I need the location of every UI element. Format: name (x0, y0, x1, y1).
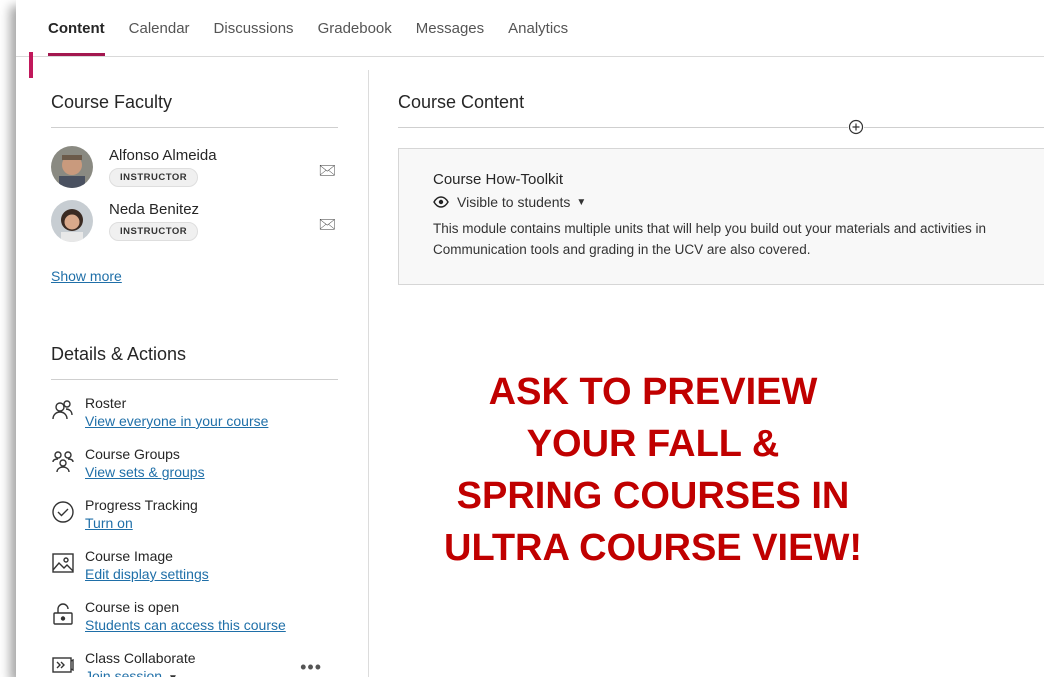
chevron-down-icon: ▼ (576, 196, 587, 208)
faculty-title: Course Faculty (51, 70, 338, 128)
detail-title: Course is open (85, 599, 180, 615)
detail-roster: Roster View everyone in your course (51, 394, 338, 431)
content-panel: Course Content Course How-Toolkit Visibl… (398, 70, 1044, 285)
active-accent-bar (29, 52, 33, 78)
detail-progress: Progress Tracking Turn on (51, 496, 338, 533)
envelope-icon[interactable]: 🖂 (318, 214, 336, 239)
role-badge: INSTRUCTOR (109, 168, 199, 187)
promo-line: YOUR FALL & (526, 423, 780, 465)
tab-calendar[interactable]: Calendar (129, 0, 190, 56)
detail-groups: Course Groups View sets & groups (51, 445, 338, 482)
faculty-member: Neda Benitez INSTRUCTOR 🖂 (51, 200, 338, 242)
visibility-dropdown[interactable]: Visible to students ▼ (433, 194, 1044, 210)
promo-line: ASK TO PREVIEW (488, 371, 818, 413)
faculty-member: Alfonso Almeida INSTRUCTOR 🖂 (51, 146, 338, 188)
promo-line: ULTRA COURSE VIEW! (444, 527, 862, 569)
visibility-label: Visible to students (457, 194, 571, 210)
details-title: Details & Actions (51, 322, 338, 380)
progress-link[interactable]: Turn on (85, 515, 133, 531)
avatar[interactable] (51, 200, 93, 242)
open-link[interactable]: Students can access this course (85, 617, 286, 633)
detail-title: Course Image (85, 548, 173, 564)
detail-image: Course Image Edit display settings (51, 547, 338, 584)
detail-open: Course is open Students can access this … (51, 598, 338, 635)
panel-divider (368, 70, 369, 677)
promo-overlay: ASK TO PREVIEW YOUR FALL & SPRING COURSE… (418, 366, 888, 574)
groups-icon (51, 449, 75, 473)
faculty-name: Neda Benitez (109, 201, 200, 218)
show-more-link[interactable]: Show more (51, 268, 338, 284)
roster-icon (51, 398, 75, 422)
tab-content[interactable]: Content (48, 0, 105, 56)
more-options-icon[interactable]: ••• (300, 657, 322, 677)
content-divider (398, 119, 1044, 135)
promo-line: SPRING COURSES IN (456, 475, 850, 517)
detail-title: Progress Tracking (85, 497, 198, 513)
image-icon (51, 551, 75, 575)
avatar[interactable] (51, 146, 93, 188)
groups-link[interactable]: View sets & groups (85, 464, 205, 480)
course-tabs: Content Calendar Discussions Gradebook M… (16, 0, 1044, 57)
join-session-link[interactable]: Join session (85, 668, 162, 677)
roster-link[interactable]: View everyone in your course (85, 413, 268, 429)
module-card[interactable]: Course How-Toolkit Visible to students ▼… (398, 148, 1044, 285)
tab-messages[interactable]: Messages (416, 0, 484, 56)
description-line: This module contains multiple units that… (433, 221, 987, 236)
eye-icon (433, 196, 449, 208)
check-circle-icon (51, 500, 75, 524)
chevron-down-icon[interactable]: ▼ (168, 673, 178, 677)
detail-title: Roster (85, 395, 127, 411)
module-title[interactable]: Course How-Toolkit (433, 171, 1044, 188)
tab-gradebook[interactable]: Gradebook (318, 0, 392, 56)
faculty-name: Alfonso Almeida (109, 147, 217, 164)
course-window: Content Calendar Discussions Gradebook M… (16, 0, 1044, 677)
tab-discussions[interactable]: Discussions (214, 0, 294, 56)
detail-title: Class Collaborate (85, 650, 196, 666)
detail-collaborate: Class Collaborate Join session ▼ ••• (51, 649, 338, 677)
content-title: Course Content (398, 92, 525, 112)
left-panel: Course Faculty Alfonso Almeida INSTRUCTO… (51, 70, 338, 677)
collaborate-icon (51, 653, 75, 677)
envelope-icon[interactable]: 🖂 (318, 160, 336, 185)
role-badge: INSTRUCTOR (109, 222, 199, 241)
description-line: Communication tools and grading in the U… (433, 242, 811, 257)
detail-title: Course Groups (85, 446, 180, 462)
tab-analytics[interactable]: Analytics (508, 0, 568, 56)
add-content-icon[interactable] (848, 119, 864, 135)
unlock-icon (51, 602, 75, 626)
module-description: This module contains multiple units that… (433, 218, 1044, 260)
image-link[interactable]: Edit display settings (85, 566, 209, 582)
